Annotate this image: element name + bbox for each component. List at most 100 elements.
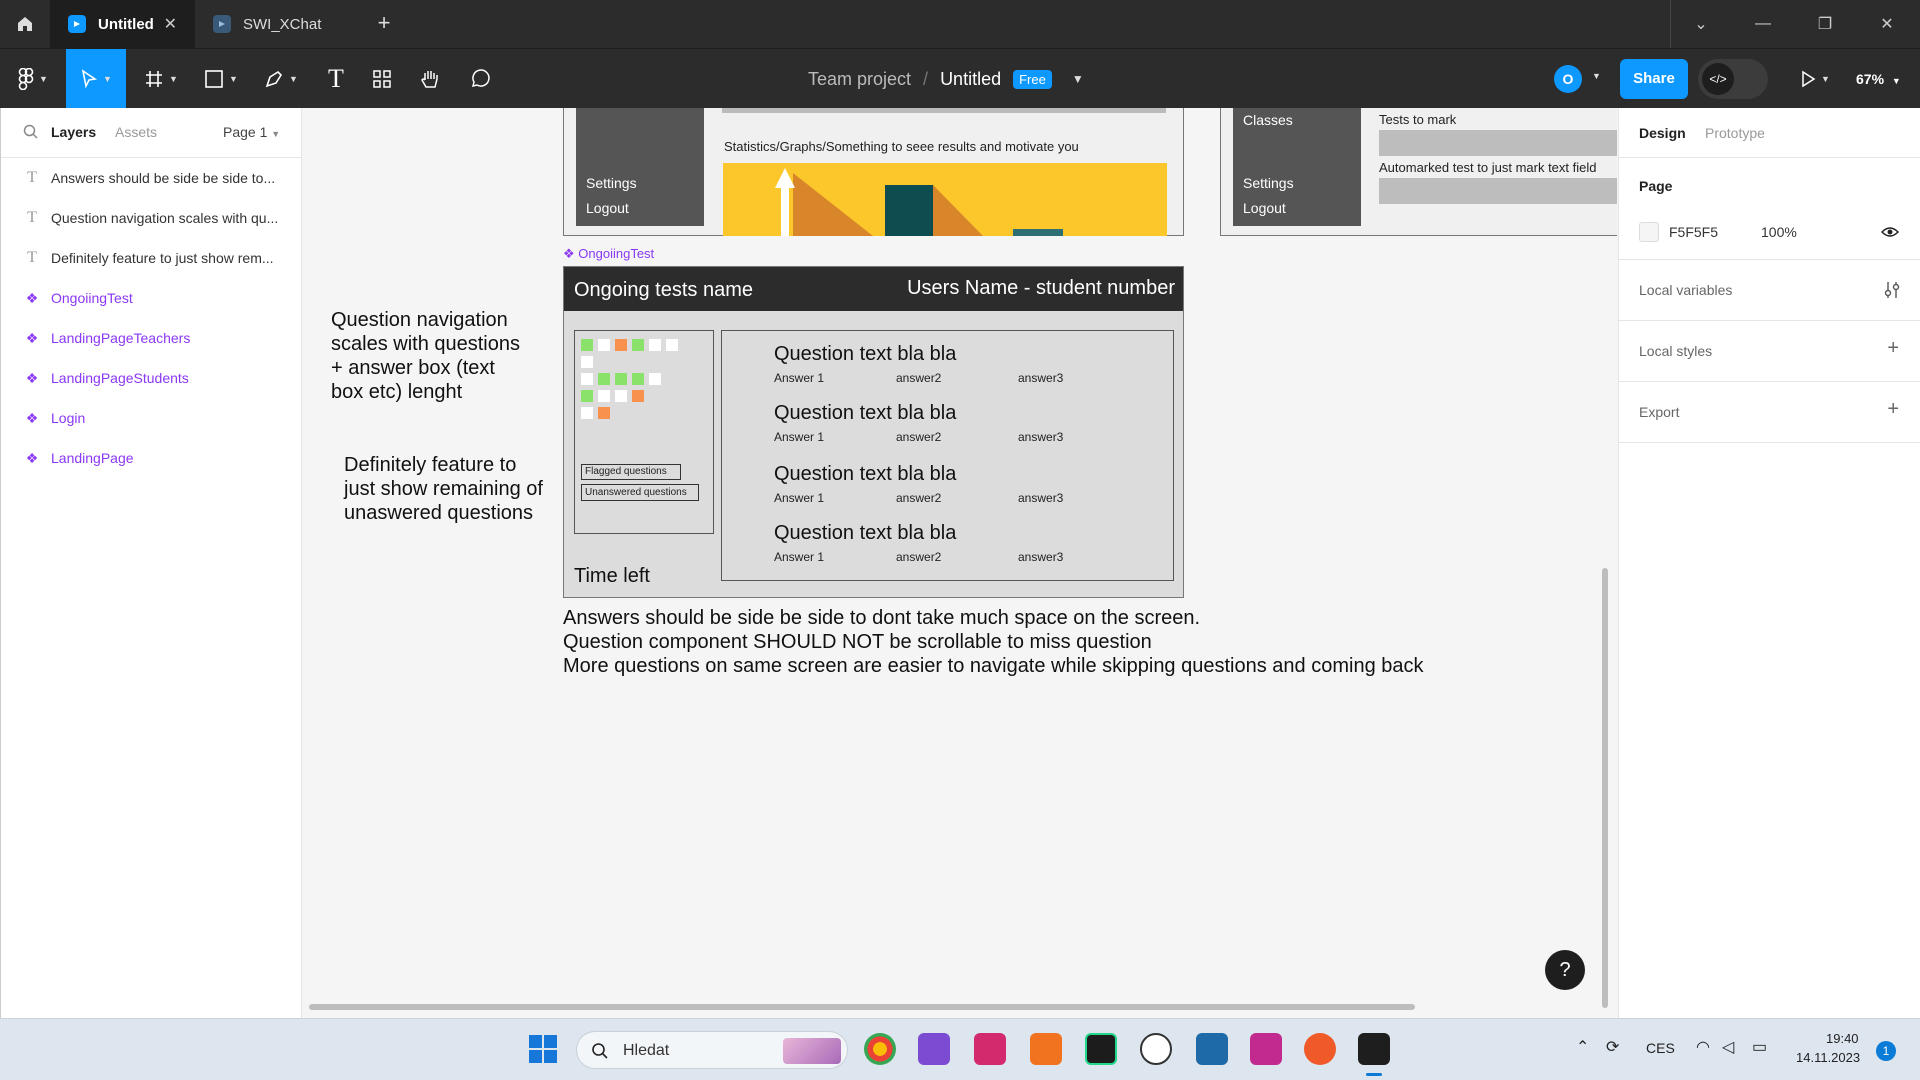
close-window-button[interactable]: ✕ <box>1856 0 1918 48</box>
page-opacity[interactable]: 100% <box>1761 224 1797 240</box>
answer-option[interactable]: Answer 1 <box>774 550 824 564</box>
battery-icon[interactable]: ▭ <box>1752 1037 1767 1057</box>
note-navigation[interactable]: Question navigation scales with question… <box>331 308 531 404</box>
avatar[interactable]: O <box>1554 65 1582 93</box>
answer-option[interactable]: answer3 <box>1018 550 1063 564</box>
chrome-icon[interactable] <box>864 1033 896 1065</box>
answer-option[interactable]: Answer 1 <box>774 430 824 444</box>
search-icon[interactable] <box>23 124 39 140</box>
plus-icon[interactable]: + <box>1887 337 1899 360</box>
comment-tool-button[interactable] <box>460 49 500 109</box>
volume-icon[interactable]: ◁ <box>1722 1037 1734 1057</box>
chevron-up-icon[interactable]: ⌃ <box>1576 1037 1589 1057</box>
layer-item[interactable]: T Definitely feature to just show rem... <box>1 238 301 278</box>
vertical-scrollbar[interactable] <box>1602 568 1608 1008</box>
xampp-icon[interactable] <box>1030 1033 1062 1065</box>
logout-link[interactable]: Logout <box>1243 200 1286 216</box>
clock-date[interactable]: 14.11.2023 <box>1796 1050 1860 1065</box>
sliders-icon[interactable] <box>1883 280 1901 300</box>
tab-swi-xchat[interactable]: SWI_XChat <box>195 0 357 48</box>
move-tool-button[interactable]: ▼ <box>66 49 126 109</box>
answer-option[interactable]: Answer 1 <box>774 371 824 385</box>
start-button[interactable] <box>528 1034 558 1069</box>
hand-tool-button[interactable] <box>410 49 450 109</box>
database-app-icon[interactable] <box>1196 1033 1228 1065</box>
layer-item[interactable]: ❖ LandingPage <box>1 438 301 478</box>
chevron-down-icon[interactable]: ▼ <box>1072 72 1084 86</box>
project-name[interactable]: Team project <box>808 69 911 90</box>
dev-mode-toggle[interactable]: </> <box>1698 59 1768 99</box>
answer-option[interactable]: answer2 <box>896 491 941 505</box>
tab-prototype[interactable]: Prototype <box>1705 125 1765 141</box>
answer-option[interactable]: answer2 <box>896 371 941 385</box>
notification-badge[interactable]: 1 <box>1876 1041 1896 1061</box>
sync-icon[interactable]: ⟳ <box>1606 1037 1619 1057</box>
frame-tool-button[interactable]: ▼ <box>136 49 186 109</box>
clock-time[interactable]: 19:40 <box>1826 1031 1859 1046</box>
layer-item[interactable]: ❖ LandingPageTeachers <box>1 318 301 358</box>
logout-link[interactable]: Logout <box>586 200 629 216</box>
tab-assets[interactable]: Assets <box>115 124 157 140</box>
intellij-icon[interactable] <box>974 1033 1006 1065</box>
page-color-swatch[interactable] <box>1639 222 1659 242</box>
tab-design[interactable]: Design <box>1639 125 1686 141</box>
shape-tool-button[interactable]: ▼ <box>196 49 246 109</box>
figma-app-icon[interactable] <box>1358 1033 1390 1065</box>
rider-icon[interactable] <box>1250 1033 1282 1065</box>
answer-option[interactable]: answer3 <box>1018 371 1063 385</box>
component-label[interactable]: ❖ OngoiingTest <box>563 246 654 262</box>
main-menu-button[interactable]: ▼ <box>8 49 58 109</box>
layer-item[interactable]: ❖ OngoiingTest <box>1 278 301 318</box>
new-tab-button[interactable]: + <box>370 10 398 38</box>
file-name[interactable]: Untitled <box>940 69 1001 90</box>
answer-option[interactable]: answer3 <box>1018 491 1063 505</box>
home-button[interactable] <box>0 0 50 48</box>
help-button[interactable]: ? <box>1545 950 1585 990</box>
answer-option[interactable]: answer2 <box>896 430 941 444</box>
note-answers[interactable]: Answers should be side be side to dont t… <box>563 606 1543 678</box>
tabs-dropdown-button[interactable]: ⌄ <box>1670 0 1732 48</box>
page-selector[interactable]: Page 1 ▼ <box>223 124 280 140</box>
ongoing-test-frame[interactable]: Ongoing tests name Users Name - student … <box>563 266 1184 598</box>
settings-link[interactable]: Settings <box>586 175 637 191</box>
share-button[interactable]: Share <box>1620 59 1688 99</box>
answer-option[interactable]: answer2 <box>896 550 941 564</box>
language-indicator[interactable]: CES <box>1646 1040 1675 1056</box>
chevron-down-icon[interactable]: ▼ <box>1592 71 1601 81</box>
unanswered-questions-button[interactable]: Unanswered questions <box>581 484 699 501</box>
answer-option[interactable]: answer3 <box>1018 430 1063 444</box>
settings-link[interactable]: Settings <box>1243 175 1294 191</box>
resources-button[interactable] <box>362 49 402 109</box>
close-tab-icon[interactable]: ✕ <box>164 14 177 34</box>
answer-option[interactable]: Answer 1 <box>774 491 824 505</box>
zoom-dropdown[interactable]: 67% ▼ <box>1856 49 1901 109</box>
text-tool-button[interactable]: T <box>316 49 356 109</box>
restore-button[interactable]: ❐ <box>1794 0 1856 48</box>
landing-page-teachers-frame[interactable]: Classes Settings Logout Tests to mark Au… <box>1220 108 1617 236</box>
pen-tool-button[interactable]: ▼ <box>256 49 306 109</box>
postman-icon[interactable] <box>1304 1033 1336 1065</box>
layer-item[interactable]: T Question navigation scales with qu... <box>1 198 301 238</box>
wifi-icon[interactable]: ◠ <box>1696 1037 1710 1057</box>
page-color-hex[interactable]: F5F5F5 <box>1669 224 1718 240</box>
layer-item[interactable]: ❖ Login <box>1 398 301 438</box>
layer-item[interactable]: T Answers should be side be side to... <box>1 158 301 198</box>
visual-studio-icon[interactable] <box>918 1033 950 1065</box>
taskbar-search[interactable]: Hledat <box>576 1031 848 1069</box>
present-button[interactable]: ▼ <box>1790 49 1840 109</box>
penguin-app-icon[interactable] <box>1140 1033 1172 1065</box>
layer-item[interactable]: ❖ LandingPageStudents <box>1 358 301 398</box>
horizontal-scrollbar[interactable] <box>309 1004 1415 1010</box>
pycharm-icon[interactable] <box>1085 1033 1117 1065</box>
eye-icon[interactable] <box>1881 225 1899 239</box>
tab-untitled[interactable]: Untitled ✕ <box>50 0 195 48</box>
flagged-questions-button[interactable]: Flagged questions <box>581 464 681 480</box>
plan-badge[interactable]: Free <box>1013 69 1052 89</box>
classes-link[interactable]: Classes <box>1243 112 1293 128</box>
canvas[interactable]: Settings Logout Statistics/Graphs/Someth… <box>303 108 1617 1018</box>
landing-page-students-frame[interactable]: Settings Logout Statistics/Graphs/Someth… <box>563 108 1184 236</box>
note-remaining[interactable]: Definitely feature to just show remainin… <box>344 453 544 525</box>
tab-layers[interactable]: Layers <box>51 124 96 140</box>
minimize-button[interactable]: — <box>1732 0 1794 48</box>
plus-icon[interactable]: + <box>1887 398 1899 421</box>
